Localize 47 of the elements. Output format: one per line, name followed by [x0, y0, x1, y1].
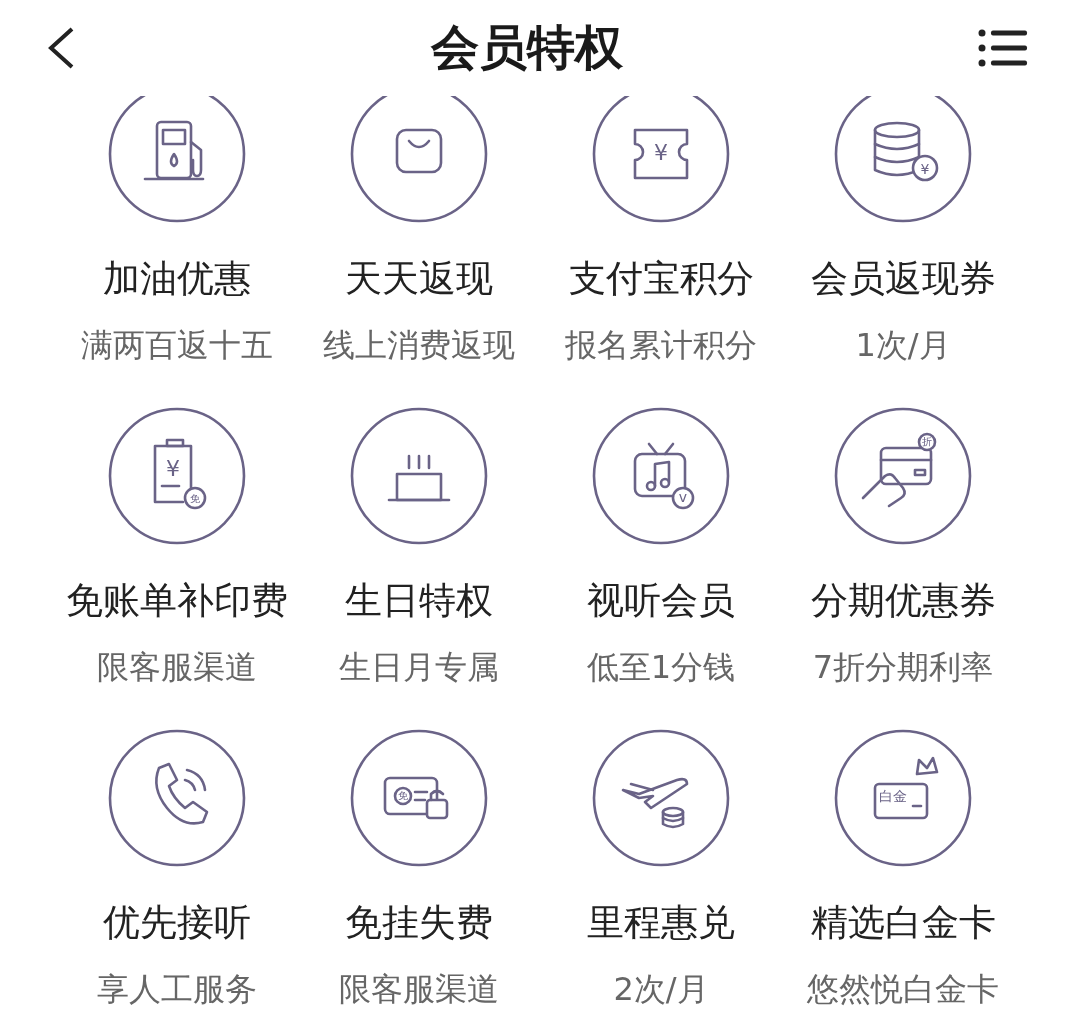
receipt-icon[interactable]	[108, 407, 246, 545]
privilege-subtitle: 生日月专属	[339, 647, 499, 688]
privilege-subtitle: 悠然悦白金卡	[807, 969, 999, 1010]
back-icon[interactable]	[46, 26, 76, 70]
icon-glyph: 免	[190, 493, 200, 504]
privilege-title: 里程惠兑	[587, 900, 735, 946]
icon-glyph: ¥	[654, 140, 668, 165]
privilege-subtitle: 报名累计积分	[565, 325, 757, 366]
card-lock-icon[interactable]	[350, 729, 488, 867]
privilege-subtitle: 满两百返十五	[81, 325, 273, 366]
card-crown-icon[interactable]	[834, 729, 972, 867]
privilege-title: 精选白金卡	[810, 900, 996, 946]
privilege-title: 加油优惠	[103, 256, 251, 302]
ticket-icon[interactable]	[592, 96, 730, 223]
privilege-title: 会员返现券	[810, 256, 996, 302]
shopping-bag-icon[interactable]	[350, 96, 488, 223]
menu-icon[interactable]	[978, 28, 1028, 68]
icon-glyph: 白金	[879, 788, 907, 804]
phone-icon[interactable]	[108, 729, 246, 867]
page-title: 会员特权	[431, 18, 623, 77]
icon-glyph: ¥	[920, 161, 930, 177]
icon-glyph: ¥	[166, 456, 180, 481]
privilege-title: 支付宝积分	[568, 256, 754, 302]
privilege-subtitle: 限客服渠道	[339, 969, 499, 1010]
privilege-title: 天天返现	[345, 256, 493, 302]
privilege-subtitle: 线上消费返现	[323, 325, 515, 366]
privilege-title: 免挂失费	[345, 900, 493, 946]
icon-glyph: 免	[398, 790, 408, 801]
icon-glyph: v	[678, 489, 688, 505]
privilege-title: 优先接听	[103, 900, 251, 946]
fuel-icon[interactable]	[108, 96, 246, 223]
coins-icon[interactable]	[834, 96, 972, 223]
privilege-subtitle: 7折分期利率	[812, 647, 994, 688]
privilege-subtitle: 1次/月	[855, 325, 951, 366]
privilege-title: 分期优惠券	[810, 578, 996, 624]
plane-icon[interactable]	[592, 729, 730, 867]
privilege-subtitle: 低至1分钱	[586, 647, 736, 688]
cake-icon[interactable]	[350, 407, 488, 545]
privilege-title: 免账单补印费	[66, 578, 288, 624]
card-hand-icon[interactable]	[834, 407, 972, 545]
icon-glyph: 折	[922, 436, 932, 447]
privilege-subtitle: 2次/月	[613, 969, 709, 1010]
privilege-subtitle: 限客服渠道	[97, 647, 257, 688]
tv-icon[interactable]	[592, 407, 730, 545]
privilege-subtitle: 享人工服务	[97, 969, 257, 1010]
privilege-title: 视听会员	[587, 578, 735, 624]
privilege-title: 生日特权	[345, 578, 493, 624]
